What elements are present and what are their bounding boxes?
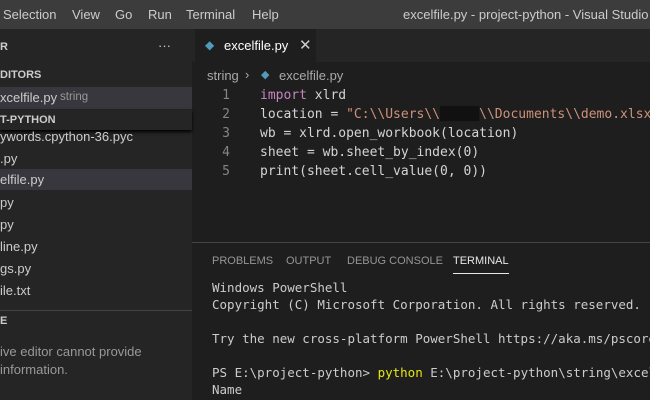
python-file-icon: ◆ bbox=[261, 69, 270, 81]
open-editors-header[interactable]: DITORS bbox=[0, 69, 41, 81]
terminal-args: E:\project-python\string\excelfile.py bbox=[430, 365, 650, 380]
code-token: sheet = wb.sheet_by_index(0) bbox=[260, 145, 480, 160]
terminal-command: python bbox=[377, 365, 423, 380]
menu-terminal[interactable]: Terminal bbox=[186, 7, 235, 22]
tab-debug-console[interactable]: DEBUG CONSOLE bbox=[347, 255, 443, 267]
redacted-text: █████ bbox=[440, 107, 480, 122]
python-file-icon: ◆ bbox=[205, 38, 215, 52]
window-title: excelfile.py - project-python - Visual S… bbox=[403, 7, 650, 22]
line-number: 5 bbox=[222, 164, 230, 179]
project-header-label: T-PYTHON bbox=[0, 114, 56, 126]
code-token: location = bbox=[260, 107, 347, 122]
tab-terminal[interactable]: TERMINAL bbox=[453, 255, 509, 274]
terminal-output: Name bbox=[212, 382, 243, 397]
code-token: xlrd bbox=[306, 88, 347, 103]
breadcrumb-file[interactable]: excelfile.py bbox=[279, 68, 343, 83]
divider bbox=[0, 310, 192, 311]
file-item[interactable]: py bbox=[0, 195, 14, 210]
file-item[interactable]: line.py bbox=[0, 239, 38, 254]
project-header[interactable]: T-PYTHON bbox=[0, 110, 192, 130]
tab-label: excelfile.py bbox=[224, 38, 289, 53]
terminal-line: Try the new cross-platform PowerShell ht… bbox=[212, 331, 650, 346]
terminal[interactable]: Windows PowerShell Copyright (C) Microso… bbox=[212, 280, 650, 400]
code-token: \\Documents\\demo.xlsx" bbox=[479, 107, 650, 122]
open-editor-item[interactable]: xcelfile.py string bbox=[0, 87, 192, 109]
outline-message: information. bbox=[0, 362, 68, 377]
outline-header[interactable]: E bbox=[0, 315, 7, 327]
file-item-selected[interactable]: elfile.py bbox=[0, 169, 192, 190]
file-item[interactable]: ile.txt bbox=[0, 283, 30, 298]
line-number: 2 bbox=[222, 107, 230, 122]
file-item[interactable]: .py bbox=[0, 151, 17, 166]
file-item[interactable]: ywords.cpython-36.pyc bbox=[0, 129, 133, 144]
file-item-label: elfile.py bbox=[0, 172, 45, 187]
file-item[interactable]: gs.py bbox=[0, 261, 31, 276]
open-editor-folder: string bbox=[60, 91, 89, 103]
outline-message: ive editor cannot provide bbox=[0, 344, 142, 359]
chevron-right-icon: › bbox=[245, 67, 250, 82]
line-number: 1 bbox=[222, 88, 230, 103]
line-number: 3 bbox=[222, 126, 230, 141]
terminal-prompt: PS E:\project-python> bbox=[212, 365, 378, 380]
open-editor-name: xcelfile.py bbox=[0, 90, 58, 105]
menu-go[interactable]: Go bbox=[115, 7, 132, 22]
line-number: 4 bbox=[222, 145, 230, 160]
terminal-line: Windows PowerShell bbox=[212, 280, 348, 295]
code-token: print(sheet.cell_value(0, 0)) bbox=[260, 164, 487, 179]
tab-excelfile[interactable]: ◆ excelfile.py ✕ bbox=[195, 29, 316, 62]
tab-output[interactable]: OUTPUT bbox=[286, 255, 331, 267]
breadcrumb-folder[interactable]: string bbox=[207, 68, 239, 83]
more-actions-button[interactable]: ··· bbox=[158, 38, 171, 53]
code-token: import bbox=[260, 88, 307, 103]
tab-problems[interactable]: PROBLEMS bbox=[212, 255, 273, 267]
menu-view[interactable]: View bbox=[72, 7, 100, 22]
menu-selection[interactable]: Selection bbox=[3, 7, 56, 22]
code-token: "C:\\Users\\ bbox=[346, 107, 441, 122]
close-icon[interactable]: ✕ bbox=[299, 36, 312, 54]
file-item[interactable]: py bbox=[0, 217, 14, 232]
terminal-line: Copyright (C) Microsoft Corporation. All… bbox=[212, 297, 641, 312]
explorer-title: R bbox=[0, 41, 8, 53]
menu-help[interactable]: Help bbox=[252, 7, 279, 22]
menu-run[interactable]: Run bbox=[148, 7, 172, 22]
code-token: wb = xlrd.open_workbook(location) bbox=[260, 126, 519, 141]
